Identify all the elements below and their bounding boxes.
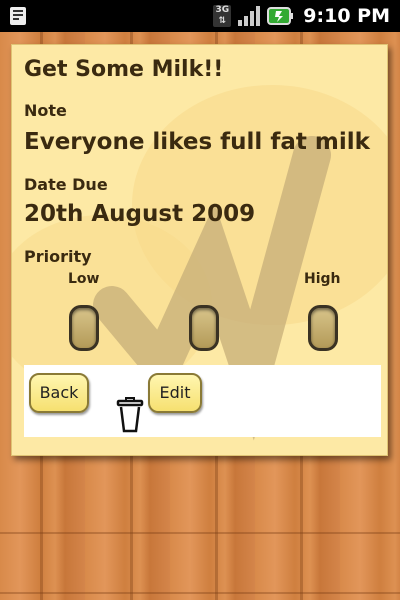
action-bar: Back Edit	[24, 365, 381, 437]
priority-high-radio[interactable]	[308, 305, 338, 351]
signal-icon	[238, 6, 261, 26]
notification-icon	[10, 7, 26, 25]
note-label: Note	[24, 101, 67, 120]
priority-label: Priority	[24, 247, 92, 266]
note-title: Get Some Milk!!	[24, 57, 224, 82]
trash-icon[interactable]	[116, 397, 144, 433]
edit-button[interactable]: Edit	[148, 373, 202, 413]
clock: 9:10 PM	[303, 5, 390, 27]
battery-icon	[267, 7, 294, 25]
priority-medium-radio[interactable]	[189, 305, 219, 351]
note-text: Everyone likes full fat milk	[24, 129, 370, 155]
date-due-label: Date Due	[24, 175, 108, 194]
priority-high-label: High	[304, 271, 341, 287]
network-3g-icon: 3G ⇅	[213, 5, 232, 27]
note-card: Get Some Milk!! Note Everyone likes full…	[11, 44, 388, 456]
back-button[interactable]: Back	[29, 373, 89, 413]
priority-low-label: Low	[68, 271, 100, 287]
priority-low-radio[interactable]	[69, 305, 99, 351]
date-due-value: 20th August 2009	[24, 201, 256, 227]
status-bar: 3G ⇅ 9:10 PM	[0, 0, 400, 32]
